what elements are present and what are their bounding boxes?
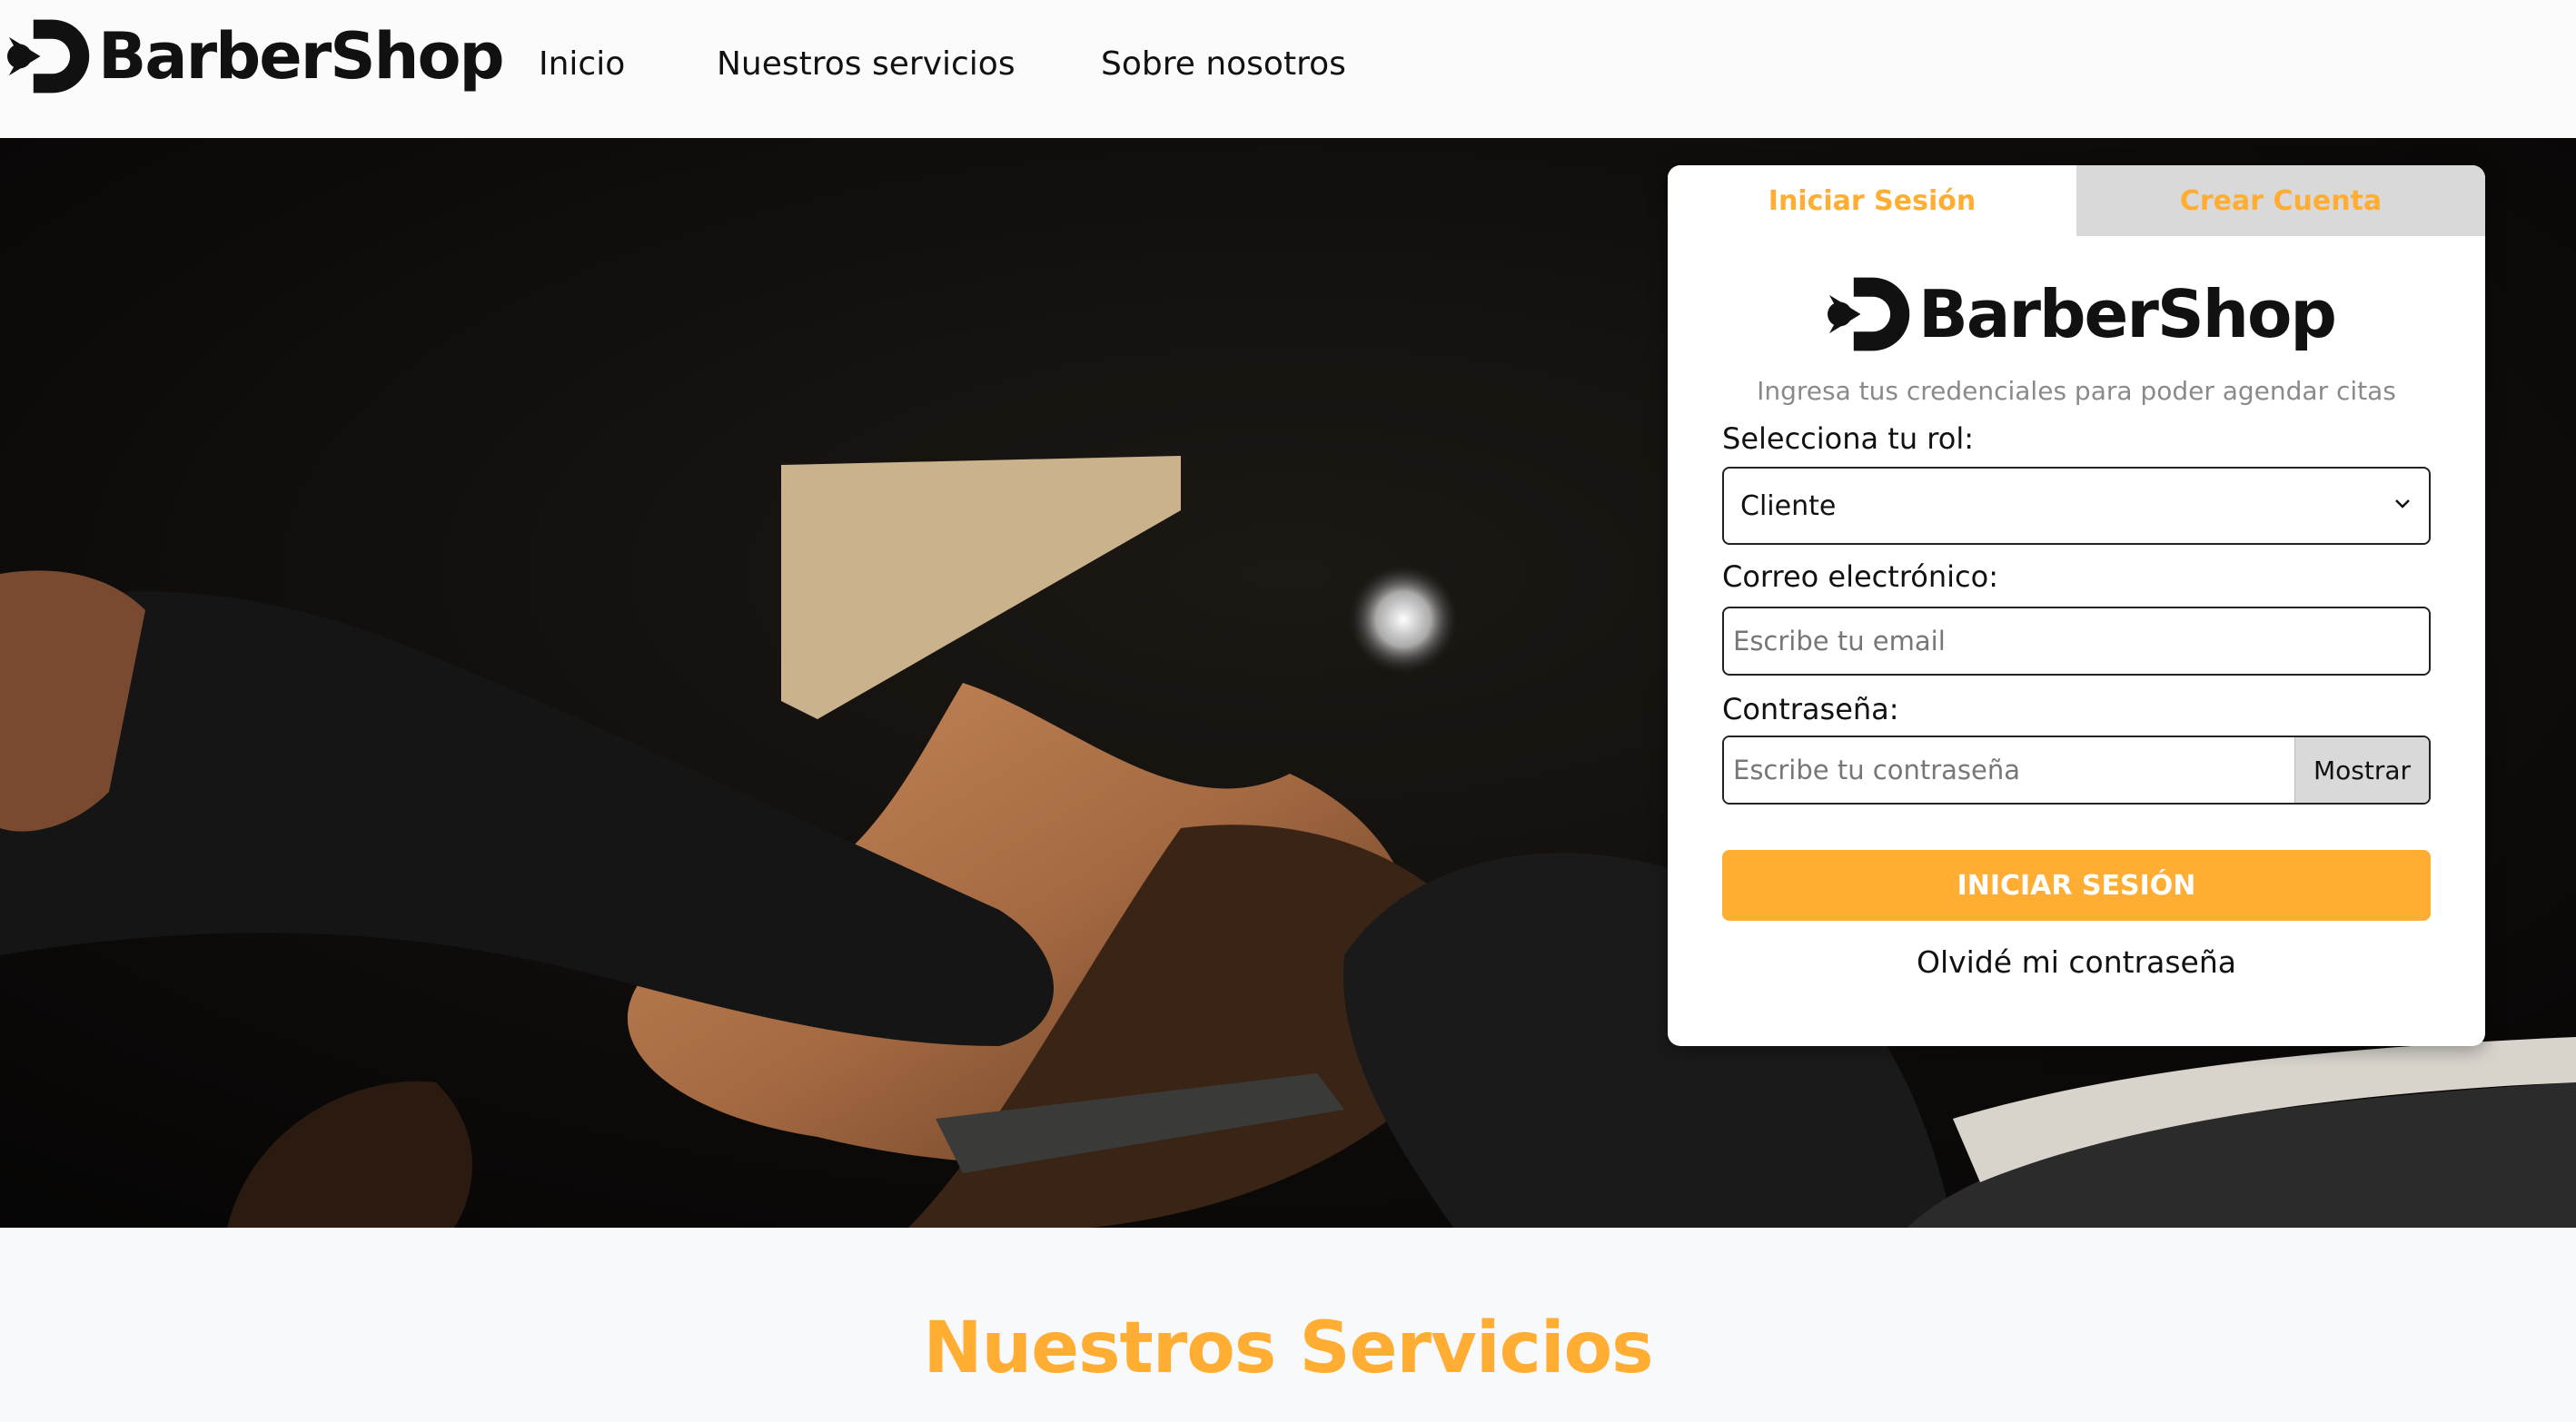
login-card: Iniciar Sesión Crear Cuenta BarberShop I… (1668, 165, 2485, 1046)
email-field[interactable] (1722, 607, 2431, 676)
chevron-down-icon (2395, 499, 2410, 509)
navbar: BarberShop Inicio Nuestros servicios Sob… (0, 0, 2576, 138)
show-password-button[interactable]: Mostrar (2294, 737, 2429, 803)
services-title: Nuestros Servicios (923, 1308, 1653, 1389)
brand-name: BarberShop (98, 19, 505, 94)
email-label: Correo electrónico: (1722, 559, 1998, 594)
nav-link-servicios[interactable]: Nuestros servicios (717, 45, 1016, 83)
brand-logo[interactable]: BarberShop (7, 13, 505, 100)
role-select[interactable]: Cliente (1722, 467, 2431, 545)
forgot-password-link[interactable]: Olvidé mi contraseña (1668, 944, 2485, 980)
barbershop-logo-icon (7, 19, 90, 94)
tab-crear-cuenta[interactable]: Crear Cuenta (2076, 165, 2485, 236)
card-brand-name: BarberShop (1918, 276, 2337, 352)
login-submit-button[interactable]: INICIAR SESIÓN (1722, 850, 2431, 921)
login-subtitle: Ingresa tus credenciales para poder agen… (1757, 376, 2396, 406)
nav-link-sobre-nosotros[interactable]: Sobre nosotros (1101, 45, 1346, 83)
role-select-value: Cliente (1740, 489, 1837, 522)
card-brand-logo: BarberShop (1828, 271, 2337, 358)
role-label: Selecciona tu rol: (1722, 421, 1974, 456)
password-field[interactable] (1724, 737, 2294, 803)
password-group: Mostrar (1722, 736, 2431, 805)
nav-link-inicio[interactable]: Inicio (539, 45, 625, 83)
tab-iniciar-sesion[interactable]: Iniciar Sesión (1668, 165, 2076, 236)
password-label: Contraseña: (1722, 692, 1899, 726)
barbershop-logo-icon (1828, 277, 1910, 351)
auth-tabs: Iniciar Sesión Crear Cuenta (1668, 165, 2485, 236)
